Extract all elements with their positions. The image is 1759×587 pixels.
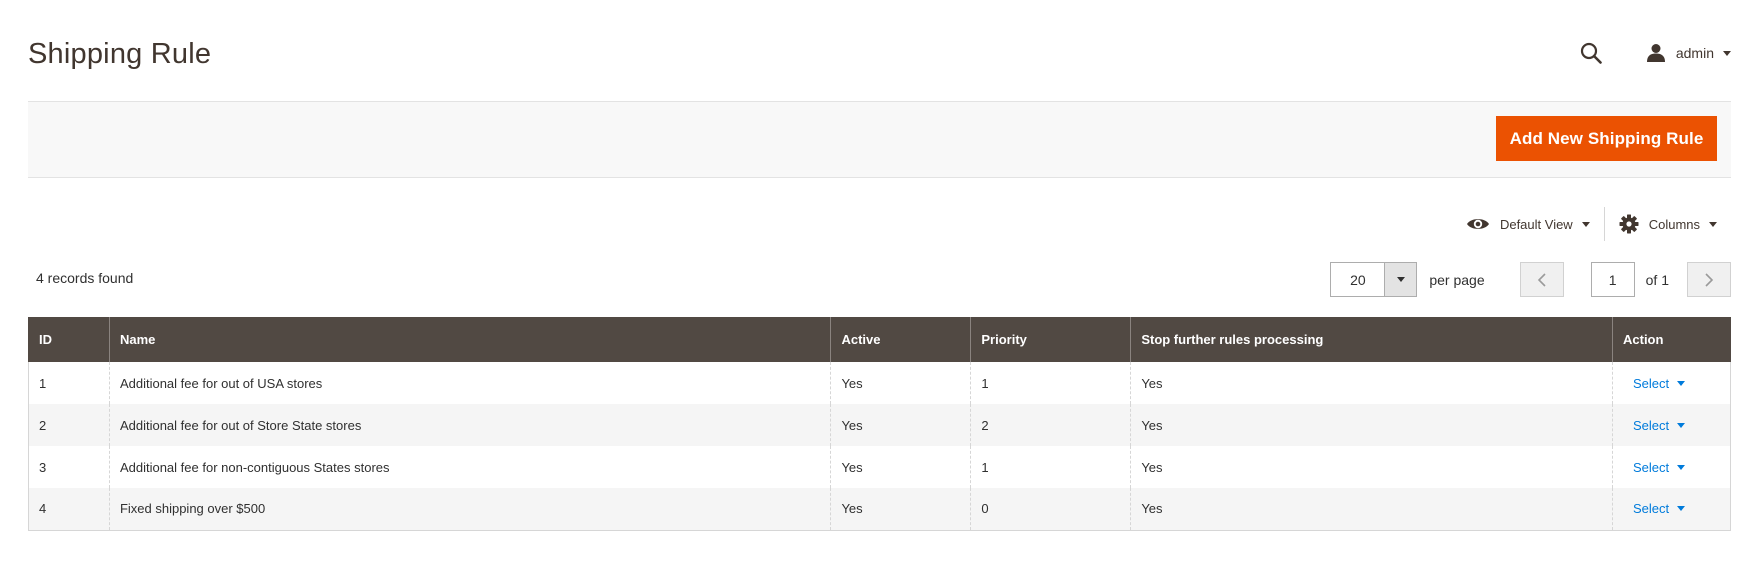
row-action-select[interactable]: Select — [1623, 501, 1686, 517]
cell-id: 3 — [28, 446, 110, 488]
cell-id: 1 — [28, 362, 110, 404]
row-action-label: Select — [1633, 501, 1670, 517]
cell-name: Additional fee for non-contiguous States… — [108, 446, 831, 488]
add-new-shipping-rule-button[interactable]: Add New Shipping Rule — [1496, 116, 1717, 161]
cell-stop-processing: Yes — [1130, 488, 1613, 531]
chevron-down-icon — [1677, 506, 1686, 512]
chevron-left-icon — [1537, 272, 1546, 287]
cell-action: Select — [1612, 488, 1731, 531]
chevron-down-icon — [1677, 422, 1686, 428]
view-label: Default View — [1499, 216, 1573, 232]
cell-id: 4 — [28, 488, 110, 531]
columns-control[interactable]: Columns — [1605, 207, 1731, 241]
next-page-button[interactable] — [1687, 262, 1731, 297]
cell-priority: 1 — [970, 362, 1131, 404]
cell-name: Additional fee for out of Store State st… — [108, 404, 831, 446]
gear-icon — [1619, 214, 1639, 234]
grid-controls: Default View Columns — [1452, 207, 1731, 241]
chevron-down-icon — [1677, 380, 1686, 386]
page-title: Shipping Rule — [28, 38, 212, 70]
cell-action: Select — [1612, 446, 1731, 488]
search-button[interactable] — [1576, 38, 1606, 68]
cell-active: Yes — [830, 362, 971, 404]
eye-icon — [1466, 216, 1490, 232]
per-page-dropdown-toggle[interactable] — [1384, 263, 1417, 296]
row-action-select[interactable]: Select — [1623, 417, 1686, 433]
pager: 20 per page 1 of 1 — [1330, 262, 1731, 297]
per-page-select[interactable]: 20 — [1330, 262, 1418, 297]
cell-priority: 2 — [970, 404, 1131, 446]
table-row[interactable]: 2 Additional fee for out of Store State … — [28, 404, 1731, 446]
columns-label: Columns — [1648, 216, 1700, 232]
row-action-label: Select — [1633, 417, 1670, 433]
column-header-action: Action — [1612, 317, 1731, 362]
shipping-rules-grid: ID Name Active Priority Stop further rul… — [28, 317, 1731, 531]
cell-stop-processing: Yes — [1130, 362, 1613, 404]
chevron-right-icon — [1705, 272, 1714, 287]
row-action-select[interactable]: Select — [1623, 459, 1686, 475]
row-action-label: Select — [1633, 375, 1670, 391]
column-header-priority[interactable]: Priority — [970, 317, 1132, 362]
total-pages-label: of 1 — [1645, 271, 1669, 288]
user-icon — [1646, 42, 1668, 64]
table-header-row: ID Name Active Priority Stop further rul… — [28, 317, 1731, 362]
cell-priority: 0 — [970, 488, 1131, 531]
per-page-value: 20 — [1350, 271, 1366, 288]
page-actions-bar: Add New Shipping Rule — [28, 101, 1731, 178]
column-header-name[interactable]: Name — [108, 317, 832, 362]
chevron-down-icon — [1581, 221, 1590, 227]
view-switcher[interactable]: Default View — [1452, 207, 1604, 241]
column-header-id[interactable]: ID — [28, 317, 110, 362]
column-header-active[interactable]: Active — [830, 317, 972, 362]
cell-id: 2 — [28, 404, 110, 446]
table-row[interactable]: 4 Fixed shipping over $500 Yes 0 Yes Sel… — [28, 488, 1731, 531]
cell-priority: 1 — [970, 446, 1131, 488]
cell-active: Yes — [830, 488, 971, 531]
chevron-down-icon — [1723, 50, 1731, 56]
cell-active: Yes — [830, 446, 971, 488]
current-page-input[interactable]: 1 — [1590, 262, 1635, 297]
cell-action: Select — [1612, 362, 1731, 404]
cell-name: Additional fee for out of USA stores — [108, 362, 831, 404]
table-row[interactable]: 1 Additional fee for out of USA stores Y… — [28, 362, 1731, 404]
previous-page-button[interactable] — [1519, 262, 1564, 297]
cell-stop-processing: Yes — [1130, 446, 1613, 488]
per-page-label: per page — [1429, 271, 1485, 288]
chevron-down-icon — [1396, 277, 1405, 282]
table-row[interactable]: 3 Additional fee for non-contiguous Stat… — [28, 446, 1731, 488]
header-actions: admin — [1576, 38, 1731, 68]
cell-active: Yes — [830, 404, 971, 446]
user-name: admin — [1675, 45, 1714, 61]
records-count: 4 records found — [36, 270, 134, 286]
cell-stop-processing: Yes — [1130, 404, 1613, 446]
search-icon — [1580, 42, 1602, 64]
cell-name: Fixed shipping over $500 — [108, 488, 831, 531]
row-action-label: Select — [1633, 459, 1670, 475]
column-header-stop-processing[interactable]: Stop further rules processing — [1130, 317, 1613, 362]
row-action-select[interactable]: Select — [1623, 375, 1686, 391]
chevron-down-icon — [1709, 221, 1717, 227]
cell-action: Select — [1612, 404, 1731, 446]
user-account-menu[interactable]: admin — [1646, 42, 1731, 64]
chevron-down-icon — [1677, 464, 1686, 470]
